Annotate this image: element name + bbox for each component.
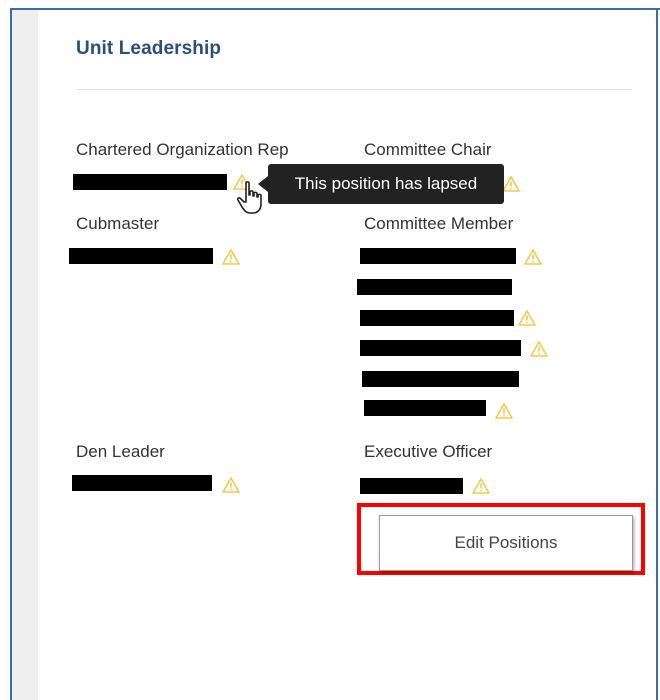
redacted-name-committee-member-5[interactable] <box>362 371 519 387</box>
redacted-name-cubmaster[interactable] <box>69 248 213 264</box>
role-label-chartered-org-rep: Chartered Organization Rep <box>76 140 289 159</box>
redacted-name-committee-member-1[interactable] <box>360 248 516 264</box>
warning-triangle-icon[interactable] <box>530 341 548 357</box>
role-label-den-leader: Den Leader <box>76 442 165 461</box>
hand-pointer-icon <box>236 181 262 214</box>
left-gutter <box>12 10 38 700</box>
edit-positions-button[interactable]: Edit Positions <box>379 515 633 571</box>
warning-triangle-icon[interactable] <box>472 478 490 494</box>
frame-border-right <box>656 8 658 700</box>
redacted-name-executive-officer[interactable] <box>360 478 463 494</box>
warning-triangle-icon[interactable] <box>222 477 240 493</box>
redacted-name-den-leader[interactable] <box>72 475 212 491</box>
warning-triangle-icon[interactable] <box>502 176 520 192</box>
warning-triangle-icon[interactable] <box>524 249 542 265</box>
warning-triangle-icon[interactable] <box>518 310 536 326</box>
role-label-committee-member: Committee Member <box>364 214 514 233</box>
role-label-committee-chair: Committee Chair <box>364 140 492 159</box>
warning-triangle-icon[interactable] <box>222 249 240 265</box>
app-frame: Unit Leadership Chartered Organization R… <box>0 0 660 700</box>
role-label-executive-officer: Executive Officer <box>364 442 493 461</box>
unit-leadership-card <box>38 10 656 700</box>
warning-triangle-icon[interactable] <box>495 403 513 419</box>
redacted-name-committee-member-2[interactable] <box>357 279 512 295</box>
lapsed-tooltip: This position has lapsed <box>268 164 504 204</box>
card-title: Unit Leadership <box>76 38 222 59</box>
redacted-name-committee-member-4[interactable] <box>360 340 521 356</box>
role-label-cubmaster: Cubmaster <box>76 214 160 233</box>
redacted-name-committee-member-6[interactable] <box>364 400 486 416</box>
card-divider <box>76 89 632 90</box>
redacted-name-committee-member-3[interactable] <box>360 310 514 326</box>
redacted-name-chartered-org-rep[interactable] <box>73 174 227 190</box>
